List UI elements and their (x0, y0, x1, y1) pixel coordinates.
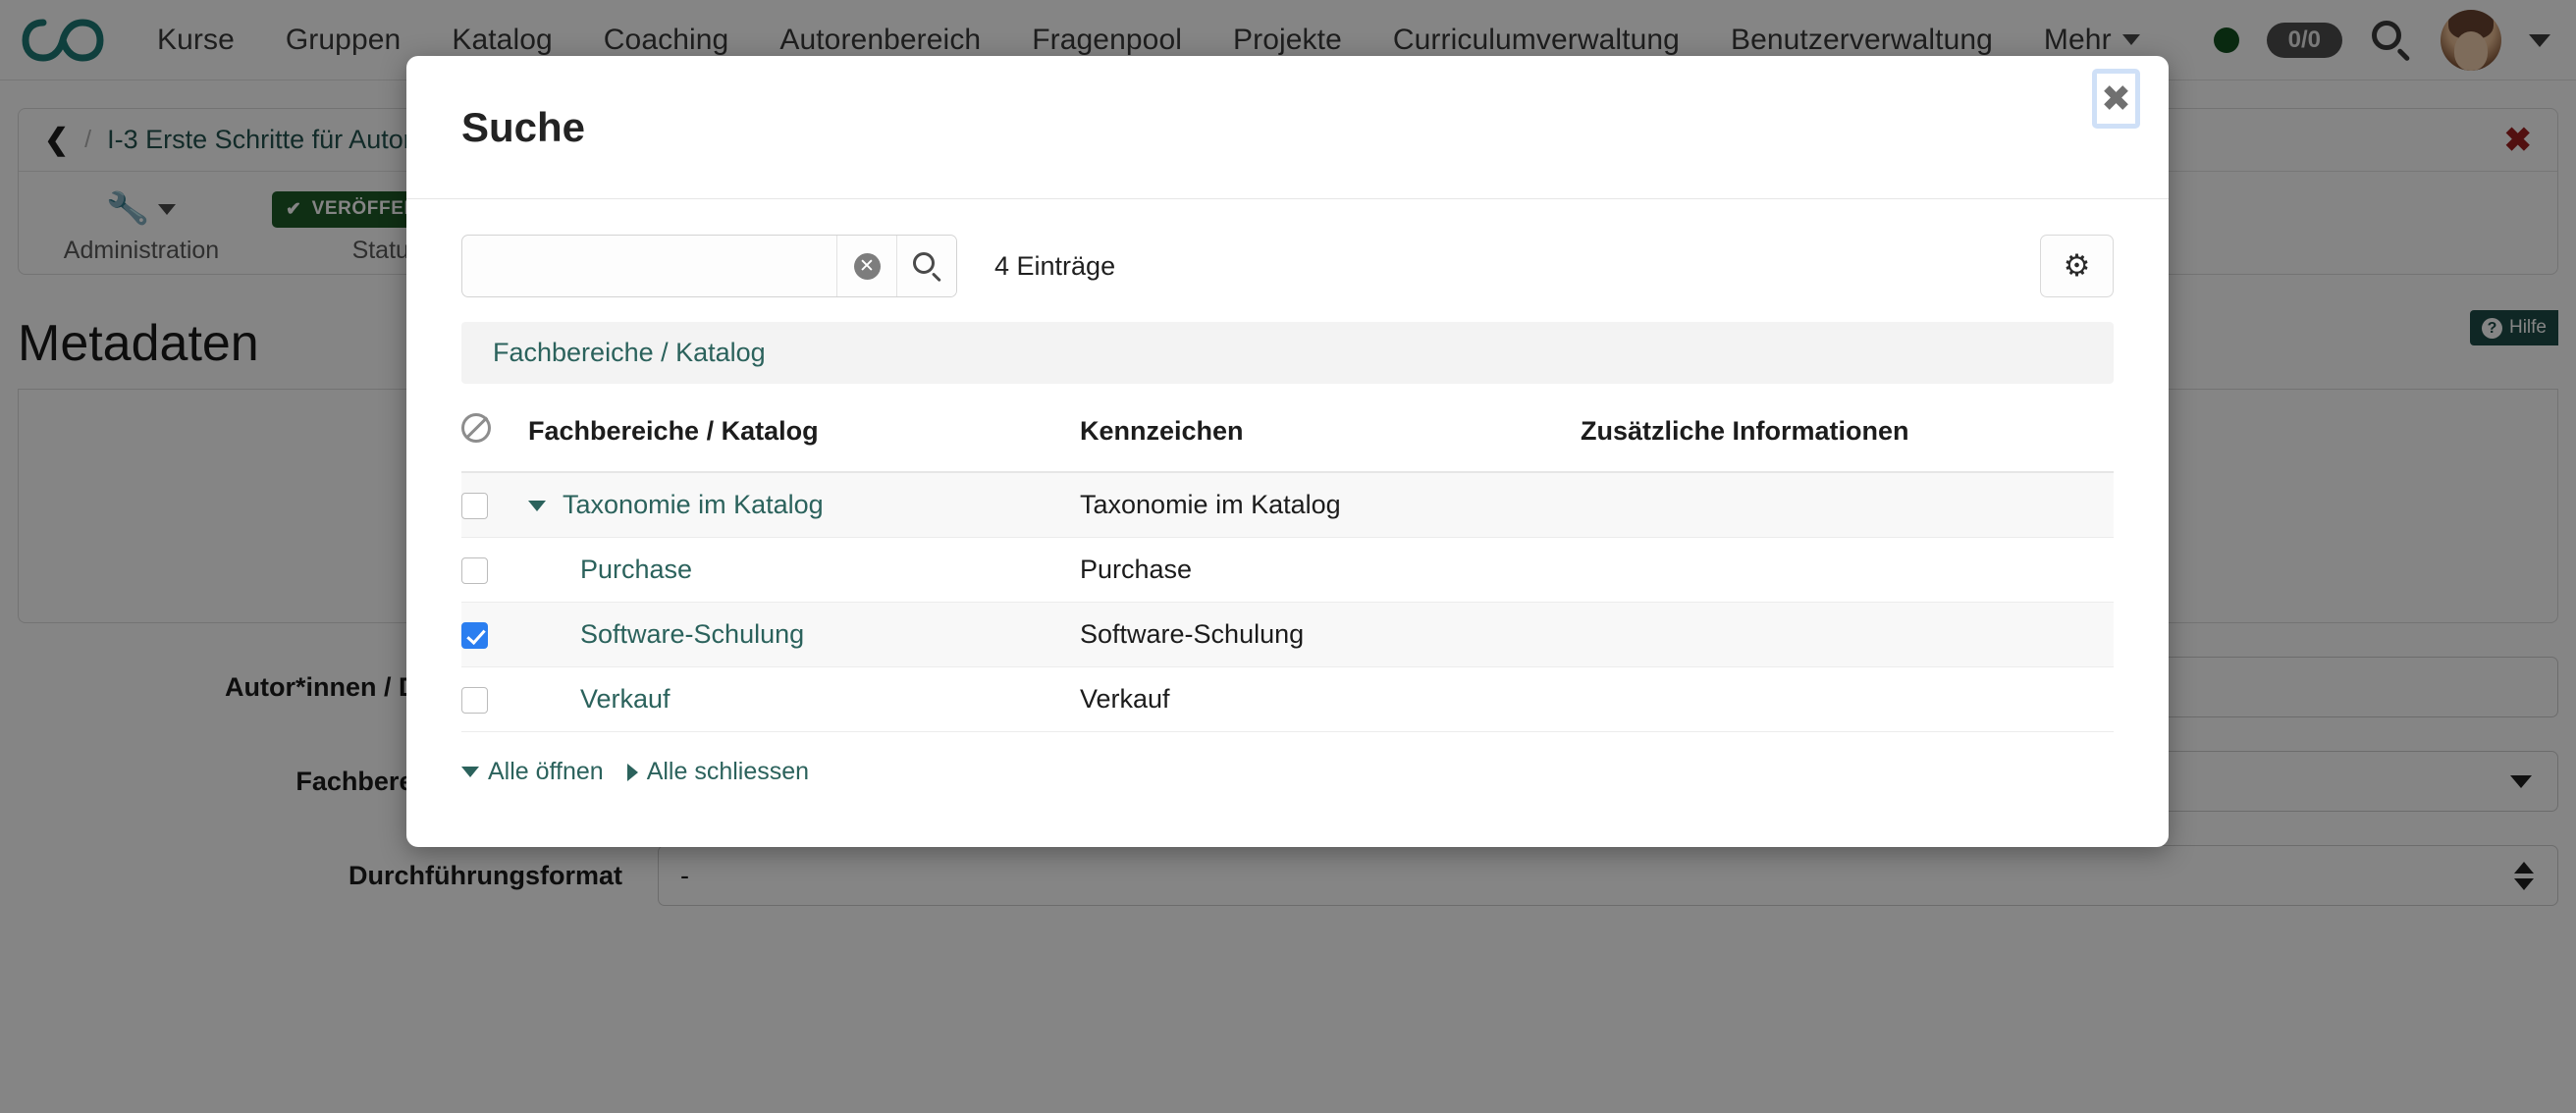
results-table-body: Taxonomie im Katalog Taxonomie im Katalo… (461, 472, 2114, 732)
clear-search-button[interactable]: ✕ (836, 236, 896, 296)
modal-breadcrumb-item[interactable]: Fachbereiche / Katalog (493, 338, 766, 368)
settings-button[interactable]: ⚙ (2040, 235, 2114, 297)
row-name-link[interactable]: Verkauf (528, 684, 671, 715)
modal-breadcrumb: Fachbereiche / Katalog (461, 322, 2114, 384)
row-checkbox[interactable] (461, 493, 488, 519)
collapse-all-link[interactable]: Alle schliessen (627, 758, 809, 786)
row-name-cell[interactable]: Software-Schulung (528, 603, 1080, 667)
caret-down-icon[interactable] (528, 501, 546, 511)
row-checkbox[interactable] (461, 557, 488, 584)
collapse-all-label: Alle schliessen (647, 758, 809, 786)
row-name-link[interactable]: Software-Schulung (528, 619, 804, 650)
row-checkbox[interactable] (461, 687, 488, 714)
expand-all-link[interactable]: Alle öffnen (461, 758, 604, 786)
select-all-header[interactable] (461, 413, 528, 472)
expand-all-label: Alle öffnen (488, 758, 604, 786)
search-input[interactable] (462, 236, 836, 296)
row-checkbox-cell[interactable] (461, 538, 528, 603)
modal-header: Suche ✖ (406, 56, 2169, 199)
results-table: Fachbereiche / Katalog Kennzeichen Zusät… (461, 413, 2114, 732)
no-entry-icon[interactable] (461, 413, 491, 443)
table-row[interactable]: Taxonomie im Katalog Taxonomie im Katalo… (461, 472, 2114, 538)
row-name-cell[interactable]: Taxonomie im Katalog (528, 472, 1080, 538)
modal-body: ✕ 4 Einträge ⚙ Fachbereiche / Katalog (406, 199, 2169, 847)
row-checkbox-cell[interactable] (461, 667, 528, 732)
gear-icon: ⚙ (2064, 248, 2091, 284)
column-header-zusaetzliche-informationen[interactable]: Zusätzliche Informationen (1581, 413, 2114, 472)
row-info-cell (1581, 538, 2114, 603)
table-row[interactable]: Purchase Purchase (461, 538, 2114, 603)
clear-circle-icon: ✕ (854, 253, 881, 280)
row-name-cell[interactable]: Verkauf (528, 667, 1080, 732)
row-kennzeichen-cell: Software-Schulung (1080, 603, 1581, 667)
caret-down-icon (461, 767, 479, 777)
caret-right-icon (627, 764, 638, 781)
search-box: ✕ (461, 235, 957, 297)
row-name-cell[interactable]: Purchase (528, 538, 1080, 603)
row-kennzeichen-cell: Taxonomie im Katalog (1080, 472, 1581, 538)
search-modal: Suche ✖ ✕ 4 Einträge ⚙ Fachbereiche / Ka… (406, 56, 2169, 847)
row-kennzeichen-cell: Purchase (1080, 538, 1581, 603)
row-checkbox[interactable] (461, 622, 488, 649)
tree-controls: Alle öffnen Alle schliessen (461, 758, 2114, 786)
submit-search-button[interactable] (896, 236, 956, 296)
column-header-fachbereiche[interactable]: Fachbereiche / Katalog (528, 413, 1080, 472)
search-toolbar: ✕ 4 Einträge ⚙ (461, 235, 2114, 297)
search-icon (912, 251, 942, 282)
table-header-row: Fachbereiche / Katalog Kennzeichen Zusät… (461, 413, 2114, 472)
column-header-kennzeichen[interactable]: Kennzeichen (1080, 413, 1581, 472)
row-checkbox-cell[interactable] (461, 472, 528, 538)
row-checkbox-cell[interactable] (461, 603, 528, 667)
row-info-cell (1581, 472, 2114, 538)
row-kennzeichen-cell: Verkauf (1080, 667, 1581, 732)
table-row[interactable]: Verkauf Verkauf (461, 667, 2114, 732)
row-name-link[interactable]: Purchase (528, 555, 692, 585)
row-info-cell (1581, 667, 2114, 732)
modal-title: Suche (461, 104, 585, 151)
close-icon[interactable]: ✖ (2092, 69, 2140, 129)
row-name-link[interactable]: Taxonomie im Katalog (563, 490, 824, 519)
result-count: 4 Einträge (994, 251, 1115, 282)
results-table-head: Fachbereiche / Katalog Kennzeichen Zusät… (461, 413, 2114, 472)
table-row[interactable]: Software-Schulung Software-Schulung (461, 603, 2114, 667)
row-info-cell (1581, 603, 2114, 667)
